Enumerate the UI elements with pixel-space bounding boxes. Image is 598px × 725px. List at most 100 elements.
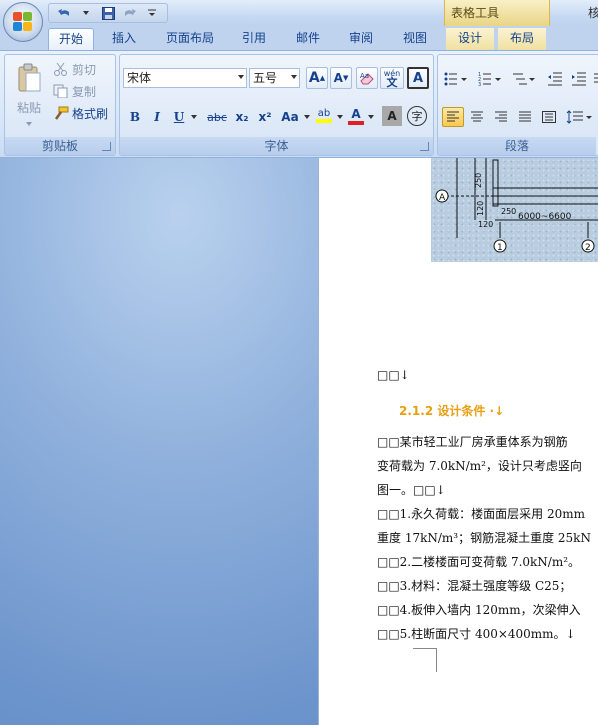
align-center-icon	[471, 111, 483, 122]
redo-icon[interactable]	[121, 5, 139, 21]
chevron-down-icon	[291, 75, 297, 79]
document-page[interactable]: A 250 120 250 6000~6600 120 1 2 □□↓ 2.1.…	[318, 158, 598, 725]
bullets-icon	[444, 72, 467, 86]
bold-button[interactable]: B	[125, 107, 145, 127]
underline-dropdown[interactable]	[188, 107, 200, 127]
list-item-variable-load: □□2.二楼楼面可变荷载 7.0kN/m²。	[377, 555, 581, 569]
floor-plan-drawing: A 250 120 250 6000~6600 120 1 2	[435, 158, 598, 253]
paste-icon	[18, 63, 41, 91]
tab-page-layout[interactable]: 页面布局	[158, 28, 222, 50]
list-item-materials: □□3.材料：混凝土强度等级 C25；	[377, 579, 572, 593]
font-size-value: 五号	[253, 71, 278, 85]
dim-120-vertical: 120	[476, 201, 485, 216]
dim-250-mid: 250	[501, 207, 516, 216]
shrink-font-label: A	[333, 71, 343, 85]
grow-font-button[interactable]: A ▲	[306, 67, 328, 89]
change-case-button[interactable]: Aa	[278, 107, 302, 127]
strikethrough-button[interactable]: abc	[204, 107, 230, 127]
align-left-icon	[447, 111, 459, 122]
chevron-down-icon	[238, 75, 244, 79]
highlight-dropdown[interactable]	[335, 107, 345, 127]
clear-formatting-button[interactable]: Aa	[356, 67, 378, 89]
align-right-button[interactable]	[490, 107, 512, 127]
decrease-indent-icon	[548, 72, 562, 86]
font-group: 宋体 五号 A ▲ A ▼ Aa wén 文 A B I U abc x₂ x² A…	[119, 54, 434, 156]
subscript-button[interactable]: x₂	[232, 107, 252, 127]
svg-text:3: 3	[478, 82, 481, 86]
dim-120-horizontal: 120	[478, 220, 493, 229]
decrease-indent-button[interactable]	[544, 69, 566, 89]
align-center-button[interactable]	[466, 107, 488, 127]
highlight-label: ab	[317, 108, 331, 119]
justify-icon	[519, 111, 531, 122]
copy-label: 复制	[72, 84, 97, 99]
font-name-value: 宋体	[127, 71, 152, 85]
copy-icon	[53, 84, 68, 98]
copy-button[interactable]: 复制	[53, 81, 113, 101]
multilevel-list-icon	[513, 73, 535, 85]
distributed-icon	[542, 111, 556, 123]
paragraph-line-2: 变荷载为 7.0kN/m²，设计只考虑竖向	[377, 459, 582, 473]
font-color-button[interactable]: A	[346, 105, 366, 127]
align-left-button[interactable]	[442, 107, 464, 127]
list-item-permanent-load: □□1.永久荷载：楼面面层采用 20mm	[377, 507, 585, 521]
span-dimension: 6000~6600	[518, 212, 572, 222]
tab-table-design[interactable]: 设计	[446, 28, 494, 50]
dim-250-top: 250	[474, 173, 483, 188]
highlight-button[interactable]: ab	[313, 105, 335, 127]
phonetic-guide-button[interactable]: wén 文	[380, 67, 404, 89]
save-icon[interactable]	[99, 5, 117, 21]
paste-dropdown-icon	[26, 121, 32, 126]
justify-button[interactable]	[514, 107, 536, 127]
table-tools-context-group: 表格工具	[444, 0, 550, 26]
shrink-font-button[interactable]: A ▼	[330, 67, 352, 89]
customize-qat-icon[interactable]	[143, 5, 161, 21]
superscript-button[interactable]: x²	[255, 107, 275, 127]
ribbon: 粘贴 剪切 复制 格式刷 剪贴板 宋体 五号 A ▲ A ▼ Aa wén 文 …	[0, 50, 598, 158]
character-shading-button[interactable]: A	[382, 106, 402, 126]
chinese-layout-button[interactable]	[592, 69, 598, 89]
page-margin-marker	[413, 648, 437, 672]
chevron-down-icon	[368, 115, 374, 119]
font-color-dropdown[interactable]	[366, 107, 376, 127]
undo-icon[interactable]	[55, 5, 73, 21]
section-heading: 2.1.2 设计条件 ·↓	[399, 404, 505, 418]
bullets-button[interactable]	[442, 69, 470, 89]
window-title: 核	[588, 6, 598, 20]
numbering-icon: 123	[478, 72, 501, 86]
change-case-dropdown[interactable]	[302, 107, 312, 127]
tab-references[interactable]: 引用	[233, 28, 275, 50]
empty-paragraph: □□↓	[377, 368, 410, 382]
line-spacing-button[interactable]	[564, 107, 594, 127]
tab-table-layout[interactable]: 布局	[498, 28, 546, 50]
tab-mailings[interactable]: 邮件	[287, 28, 329, 50]
axis-2-label: 2	[585, 243, 591, 253]
cut-button[interactable]: 剪切	[53, 59, 113, 79]
character-border-button[interactable]: A	[407, 67, 429, 89]
font-name-combo[interactable]: 宋体	[123, 68, 247, 88]
scissors-icon	[54, 62, 67, 76]
numbering-button[interactable]: 123	[476, 69, 504, 89]
multilevel-list-button[interactable]	[510, 69, 538, 89]
distributed-button[interactable]	[538, 107, 560, 127]
enclose-characters-button[interactable]: 字	[407, 106, 427, 126]
font-launcher-icon[interactable]	[420, 142, 429, 151]
quick-access-toolbar	[48, 3, 168, 23]
tab-insert[interactable]: 插入	[104, 28, 144, 50]
underline-button[interactable]: U	[170, 107, 188, 127]
italic-button[interactable]: I	[147, 107, 167, 127]
list-item-column-section: □□5.柱断面尺寸 400×400mm。↓	[377, 627, 576, 641]
format-painter-button[interactable]: 格式刷	[53, 103, 115, 123]
clipboard-launcher-icon[interactable]	[102, 142, 111, 151]
font-size-combo[interactable]: 五号	[249, 68, 300, 88]
chevron-down-icon	[304, 115, 310, 119]
chevron-down-icon	[191, 115, 197, 119]
tab-view[interactable]: 视图	[394, 28, 436, 50]
tab-review[interactable]: 审阅	[340, 28, 382, 50]
office-button[interactable]	[3, 2, 43, 42]
undo-dropdown-icon[interactable]	[77, 5, 95, 21]
tab-home[interactable]: 开始	[48, 28, 94, 50]
paste-button[interactable]: 粘贴	[9, 57, 49, 131]
increase-indent-icon	[572, 72, 586, 86]
increase-indent-button[interactable]	[568, 69, 590, 89]
